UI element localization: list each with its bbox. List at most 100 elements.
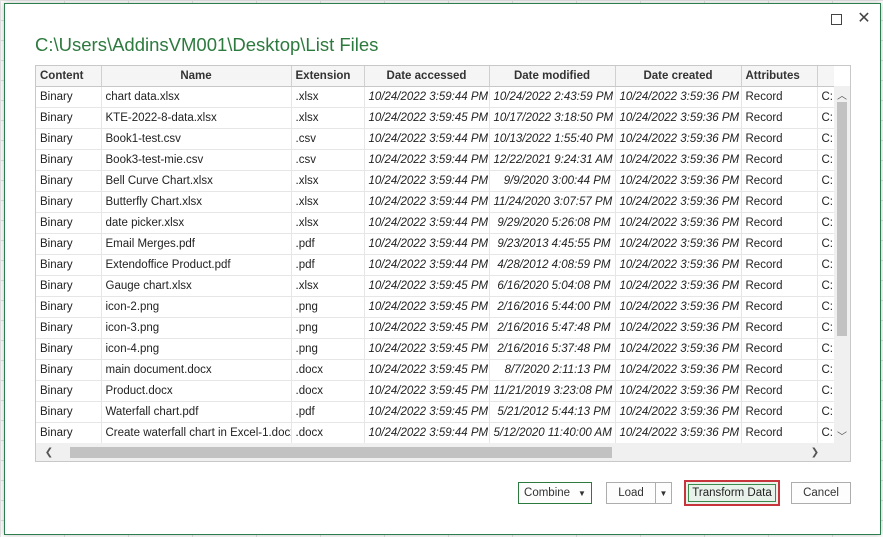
cell-date-created: 10/24/2022 3:59:36 PM (615, 380, 742, 402)
cell-name: date picker.xlsx (101, 212, 292, 234)
cancel-button[interactable]: Cancel (791, 482, 851, 504)
horizontal-scroll-thumb[interactable] (70, 447, 612, 458)
caret-down-icon: ▼ (659, 488, 668, 498)
table-row[interactable]: Binary Gauge chart.xlsx .xlsx 10/24/2022 3:… (36, 275, 834, 297)
column-header-date-created[interactable]: Date created (615, 66, 742, 87)
combine-button[interactable]: Combine ▼ (518, 482, 592, 504)
cell-content: Binary (36, 275, 102, 297)
column-header-extension[interactable]: Extension (291, 66, 365, 87)
transform-data-button-label: Transform Data (692, 487, 772, 499)
transform-data-button[interactable]: Transform Data (684, 480, 780, 506)
cell-folder-path: C: (817, 296, 834, 318)
chevron-down-icon[interactable]: ﹀ (834, 427, 850, 443)
chevron-up-icon[interactable]: ︿ (834, 86, 850, 102)
table-row[interactable]: Binary Waterfall chart.pdf .pdf 10/24/2022 … (36, 401, 834, 423)
cell-date-modified: 5/21/2012 5:44:13 PM (489, 401, 616, 423)
table-row[interactable]: Binary Bell Curve Chart.xlsx .xlsx 10/24/20… (36, 170, 834, 192)
column-header-content[interactable]: Content (36, 66, 102, 87)
cell-name: icon-4.png (101, 338, 292, 360)
cell-folder-path: C: (817, 275, 834, 297)
column-header-date-accessed[interactable]: Date accessed (364, 66, 490, 87)
load-dropdown-button[interactable]: ▼ (655, 482, 672, 504)
cell-content: Binary (36, 338, 102, 360)
cell-date-modified: 9/9/2020 3:00:44 PM (489, 170, 616, 192)
table-row[interactable]: Binary chart data.xlsx .xlsx 10/24/2022 3:5… (36, 86, 834, 108)
table-row[interactable]: Binary Product.docx .docx 10/24/2022 3:59:4… (36, 380, 834, 402)
table-row[interactable]: Binary Email Merges.pdf .pdf 10/24/2022 3:5… (36, 233, 834, 255)
column-header-name[interactable]: Name (101, 66, 292, 87)
cell-name: icon-3.png (101, 317, 292, 339)
table-body: Binary chart data.xlsx .xlsx 10/24/2022 3:5… (36, 86, 834, 443)
cell-attributes: Record (741, 317, 818, 339)
cell-attributes: Record (741, 275, 818, 297)
cell-extension: .png (291, 296, 365, 318)
cell-date-accessed: 10/24/2022 3:59:44 PM (364, 191, 490, 213)
cell-date-accessed: 10/24/2022 3:59:45 PM (364, 359, 490, 381)
cell-folder-path: C: (817, 401, 834, 423)
table-row[interactable]: Binary Butterfly Chart.xlsx .xlsx 10/24/202… (36, 191, 834, 213)
cell-folder-path: C: (817, 212, 834, 234)
cell-date-created: 10/24/2022 3:59:36 PM (615, 317, 742, 339)
cell-folder-path: C: (817, 359, 834, 381)
cell-content: Binary (36, 254, 102, 276)
table-row[interactable]: Binary Book1-test.csv .csv 10/24/2022 3:59:… (36, 128, 834, 150)
cell-date-modified: 9/23/2013 4:45:55 PM (489, 233, 616, 255)
cell-name: Book1-test.csv (101, 128, 292, 150)
maximize-button[interactable] (823, 8, 849, 30)
cell-folder-path: C: (817, 86, 834, 108)
cell-extension: .docx (291, 380, 365, 402)
cell-name: KTE-2022-8-data.xlsx (101, 107, 292, 129)
cell-folder-path: C: (817, 107, 834, 129)
cell-content: Binary (36, 191, 102, 213)
cell-date-accessed: 10/24/2022 3:59:44 PM (364, 128, 490, 150)
cell-extension: .png (291, 338, 365, 360)
table-row[interactable]: Binary date picker.xlsx .xlsx 10/24/2022 3:… (36, 212, 834, 234)
cell-folder-path: C: (817, 170, 834, 192)
cell-date-accessed: 10/24/2022 3:59:45 PM (364, 338, 490, 360)
close-button[interactable]: ✕ (851, 8, 877, 30)
table-row[interactable]: Binary icon-3.png .png 10/24/2022 3:59:45 P… (36, 317, 834, 339)
cell-name: Product.docx (101, 380, 292, 402)
table-row[interactable]: Binary Book3-test-mie.csv .csv 10/24/2022 3… (36, 149, 834, 171)
table-row[interactable]: Binary icon-4.png .png 10/24/2022 3:59:45 P… (36, 338, 834, 360)
cell-extension: .xlsx (291, 191, 365, 213)
cell-name: Book3-test-mie.csv (101, 149, 292, 171)
cell-content: Binary (36, 107, 102, 129)
cell-attributes: Record (741, 149, 818, 171)
vertical-scroll-thumb[interactable] (837, 102, 847, 336)
cell-extension: .xlsx (291, 107, 365, 129)
column-header-date-modified[interactable]: Date modified (489, 66, 616, 87)
load-button[interactable]: Load (606, 482, 656, 504)
horizontal-scrollbar[interactable]: ❮ ❯ (36, 443, 850, 461)
cell-date-modified: 8/7/2020 2:11:13 PM (489, 359, 616, 381)
cell-date-created: 10/24/2022 3:59:36 PM (615, 191, 742, 213)
cell-folder-path: C: (817, 128, 834, 150)
table-row[interactable]: Binary icon-2.png .png 10/24/2022 3:59:45 P… (36, 296, 834, 318)
cell-date-accessed: 10/24/2022 3:59:44 PM (364, 170, 490, 192)
cell-folder-path: C: (817, 149, 834, 171)
dialog-title: C:\Users\AddinsVM001\Desktop\List Files (35, 34, 379, 55)
cell-name: icon-2.png (101, 296, 292, 318)
cell-name: Gauge chart.xlsx (101, 275, 292, 297)
cell-date-created: 10/24/2022 3:59:36 PM (615, 275, 742, 297)
transform-data-button-face: Transform Data (688, 484, 776, 502)
cell-date-modified: 2/16/2016 5:37:48 PM (489, 338, 616, 360)
column-header-folder-path[interactable] (817, 66, 834, 87)
list-files-dialog: ✕ C:\Users\AddinsVM001\Desktop\List File… (4, 3, 881, 535)
cell-content: Binary (36, 170, 102, 192)
table-row[interactable]: Binary main document.docx .docx 10/24/2022 … (36, 359, 834, 381)
cell-date-modified: 12/22/2021 9:24:31 AM (489, 149, 616, 171)
chevron-right-icon[interactable]: ❯ (806, 443, 824, 461)
vertical-scrollbar[interactable]: ︿ ﹀ (834, 86, 850, 443)
cell-extension: .png (291, 317, 365, 339)
table-row[interactable]: Binary Create waterfall chart in Excel-1.… (36, 422, 834, 443)
cell-date-created: 10/24/2022 3:59:36 PM (615, 128, 742, 150)
cell-attributes: Record (741, 338, 818, 360)
table-row[interactable]: Binary KTE-2022-8-data.xlsx .xlsx 10/24/202… (36, 107, 834, 129)
table-row[interactable]: Binary Extendoffice Product.pdf .pdf 10/24/… (36, 254, 834, 276)
chevron-left-icon[interactable]: ❮ (40, 443, 58, 461)
cell-extension: .csv (291, 149, 365, 171)
cell-date-modified: 5/12/2020 11:40:00 AM (489, 422, 616, 443)
cell-extension: .docx (291, 359, 365, 381)
column-header-attributes[interactable]: Attributes (741, 66, 818, 87)
